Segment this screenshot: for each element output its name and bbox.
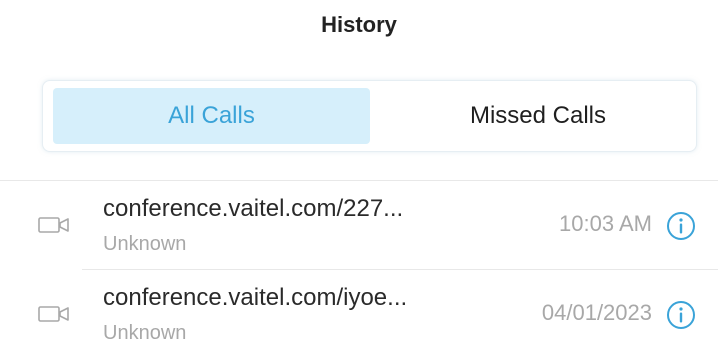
call-history-row[interactable]: conference.vaitel.com/227... Unknown 10:… xyxy=(0,181,718,269)
info-icon[interactable] xyxy=(666,300,696,330)
call-timestamp: 04/01/2023 xyxy=(541,300,652,325)
tab-missed-calls[interactable]: Missed Calls xyxy=(388,88,688,144)
page-title: History xyxy=(321,12,397,37)
call-history-row[interactable]: conference.vaitel.com/iyoe... Unknown 04… xyxy=(0,270,718,342)
call-timestamp: 10:03 AM xyxy=(559,211,652,236)
call-contact-subtitle: Unknown xyxy=(103,322,187,342)
call-contact-name: conference.vaitel.com/iyoe... xyxy=(103,284,408,311)
info-icon[interactable] xyxy=(666,211,696,241)
video-camera-icon xyxy=(38,306,69,322)
tab-all-calls[interactable]: All Calls xyxy=(53,88,370,144)
call-contact-subtitle: Unknown xyxy=(103,233,187,255)
call-contact-name: conference.vaitel.com/227... xyxy=(103,195,404,222)
video-camera-icon xyxy=(38,217,69,233)
call-filter-tabs: All Calls Missed Calls xyxy=(42,80,697,152)
